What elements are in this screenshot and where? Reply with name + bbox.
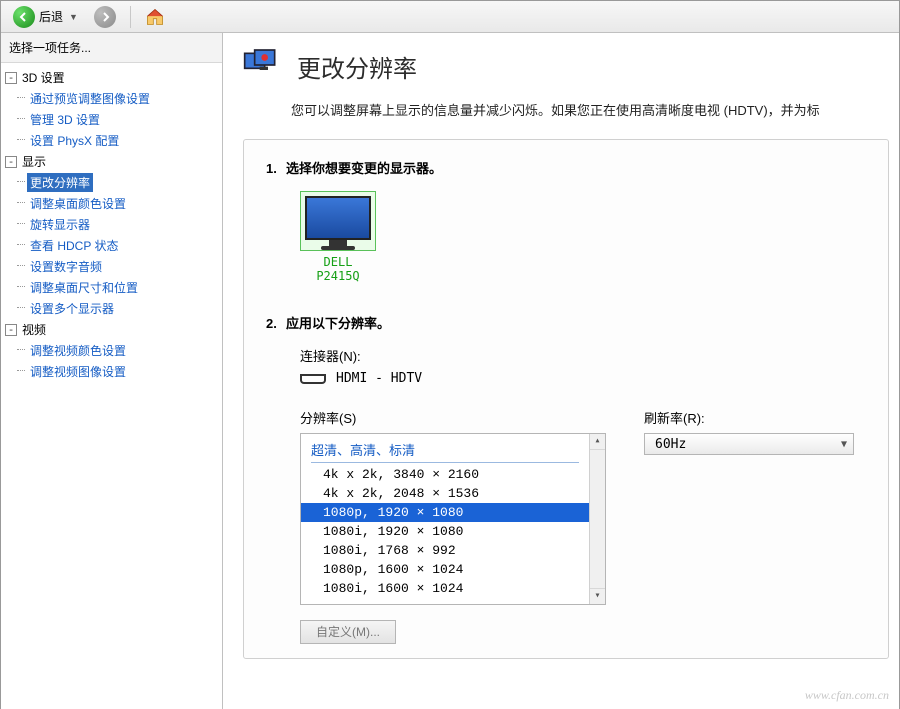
main-area: 选择一项任务... -3D 设置通过预览调整图像设置管理 3D 设置设置 Phy… [1,33,899,709]
monitor-item[interactable]: DELL P2415Q [300,191,376,283]
watermark: www.cfan.com.cn [805,688,889,703]
tree-item[interactable]: 调整桌面颜色设置 [27,194,129,213]
refresh-label: 刷新率(R): [644,408,854,427]
page-description: 您可以调整屏幕上显示的信息量并减少闪烁。如果您正在使用高清晰度电视 (HDTV)… [223,96,899,139]
tree-collapse-icon[interactable]: - [5,324,17,336]
scroll-up-icon[interactable]: ▴ [590,434,605,450]
connector-row: HDMI - HDTV [300,371,866,386]
sidebar: 选择一项任务... -3D 设置通过预览调整图像设置管理 3D 设置设置 Phy… [1,33,223,709]
step-2-heading: 2.应用以下分辨率。 [266,313,866,332]
step-1-heading: 1.选择你想要变更的显示器。 [266,158,866,177]
tree-group-label[interactable]: 显示 [19,152,49,171]
refresh-combo[interactable]: 60Hz ▼ [644,433,854,455]
tree-group-label[interactable]: 3D 设置 [19,68,68,87]
settings-panel: 1.选择你想要变更的显示器。 DELL P2415Q 2.应用以下分辨率。 连接… [243,139,889,659]
resolution-item[interactable]: 1080p, 1600 × 1024 [301,560,589,579]
forward-arrow-icon [94,6,116,28]
page-titlebar: 更改分辨率 [223,33,899,96]
tree-item[interactable]: 调整桌面尺寸和位置 [27,278,141,297]
monitor-pair-icon [243,47,283,86]
back-arrow-icon [13,6,35,28]
home-button[interactable] [139,5,171,29]
sidebar-header: 选择一项任务... [1,33,222,63]
refresh-value: 60Hz [655,437,686,452]
custom-button[interactable]: 自定义(M)... [300,620,396,644]
back-button[interactable]: 后退 ▼ [7,4,84,30]
resolution-item[interactable]: 1080p, 1920 × 1080 [301,503,589,522]
resolution-label: 分辨率(S) [300,408,606,427]
resolution-item[interactable]: 4k x 2k, 3840 × 2160 [301,465,589,484]
tree-group-label[interactable]: 视频 [19,320,49,339]
tree-item[interactable]: 更改分辨率 [27,173,93,192]
hdmi-icon [300,374,326,384]
scroll-down-icon[interactable]: ▾ [590,588,605,604]
content-panel: 更改分辨率 您可以调整屏幕上显示的信息量并减少闪烁。如果您正在使用高清晰度电视 … [223,33,899,709]
chevron-down-icon: ▼ [841,439,847,450]
resolution-item[interactable]: 1080i, 1600 × 1024 [301,579,589,598]
tree-item[interactable]: 调整视频图像设置 [27,362,129,381]
tree-collapse-icon[interactable]: - [5,72,17,84]
list-group-header: 超清、高清、标清 [301,434,589,465]
monitor-selector: DELL P2415Q [300,191,866,283]
monitor-label: DELL P2415Q [300,255,376,283]
tree-item[interactable]: 通过预览调整图像设置 [27,89,153,108]
scrollbar[interactable]: ▴ ▾ [589,434,605,604]
tree-collapse-icon[interactable]: - [5,156,17,168]
tree-item[interactable]: 调整视频颜色设置 [27,341,129,360]
back-label: 后退 [39,8,63,25]
page-title: 更改分辨率 [297,49,417,84]
resolution-item[interactable]: 4k x 2k, 2048 × 1536 [301,484,589,503]
connector-value: HDMI - HDTV [336,371,422,386]
task-tree: -3D 设置通过预览调整图像设置管理 3D 设置设置 PhysX 配置-显示更改… [1,63,222,709]
forward-button[interactable] [88,4,122,30]
resolution-listbox[interactable]: 超清、高清、标清4k x 2k, 3840 × 21604k x 2k, 204… [300,433,606,605]
tree-item[interactable]: 管理 3D 设置 [27,110,103,129]
resolution-item[interactable]: 1080i, 1768 × 992 [301,541,589,560]
tree-item[interactable]: 设置多个显示器 [27,299,117,318]
toolbar: 后退 ▼ [1,1,899,33]
tree-item[interactable]: 设置数字音频 [27,257,105,276]
connector-label: 连接器(N): [300,346,866,365]
tree-item[interactable]: 设置 PhysX 配置 [27,131,122,150]
tree-item[interactable]: 查看 HDCP 状态 [27,236,121,255]
toolbar-separator [130,6,131,28]
tree-item[interactable]: 旋转显示器 [27,215,93,234]
back-dropdown-icon[interactable]: ▼ [69,12,78,22]
resolution-item[interactable]: 1080i, 1920 × 1080 [301,522,589,541]
